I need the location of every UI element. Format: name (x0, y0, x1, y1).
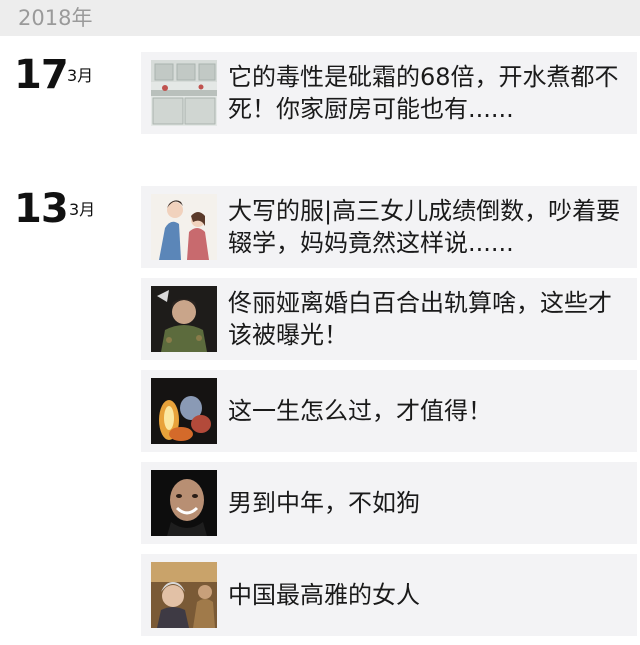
article-card[interactable]: 它的毒性是砒霜的68倍，开水煮都不死！你家厨房可能也有...... (141, 52, 637, 134)
article-title: 中国最高雅的女人 (228, 581, 420, 609)
article-card[interactable]: 这一生怎么过，才值得！ (141, 370, 637, 452)
article-card[interactable]: 大写的服|高三女儿成绩倒数，吵着要辍学，妈妈竟然这样说...... (141, 186, 637, 268)
elderly-woman-photo-icon (151, 562, 217, 628)
year-label: 2018年 (18, 6, 93, 30)
kitchen-photo-icon (151, 60, 217, 126)
article-title: 佟丽娅离婚白百合出轨算啥，这些才该被曝光！ (228, 289, 612, 349)
article-title: 这一生怎么过，才值得！ (228, 397, 492, 425)
article-card[interactable]: 男到中年，不如狗 (141, 462, 637, 544)
article-title: 男到中年，不如狗 (228, 489, 420, 517)
year-header: 2018年 (0, 0, 640, 36)
article-title: 大写的服|高三女儿成绩倒数，吵着要辍学，妈妈竟然这样说...... (228, 197, 621, 257)
glowing-flowers-photo-icon (151, 378, 217, 444)
article-card[interactable]: 佟丽娅离婚白百合出轨算啥，这些才该被曝光！ (141, 278, 637, 360)
article-card[interactable]: 中国最高雅的女人 (141, 554, 637, 636)
date-day: 13 (14, 186, 69, 232)
man-in-uniform-photo-icon (151, 286, 217, 352)
smiling-man-photo-icon (151, 470, 217, 536)
mother-daughter-illustration-icon (151, 194, 217, 260)
date-month: 3月 (67, 66, 94, 85)
date-month: 3月 (69, 200, 96, 219)
article-title: 它的毒性是砒霜的68倍，开水煮都不死！你家厨房可能也有...... (228, 63, 619, 123)
date-day: 17 (14, 52, 69, 98)
